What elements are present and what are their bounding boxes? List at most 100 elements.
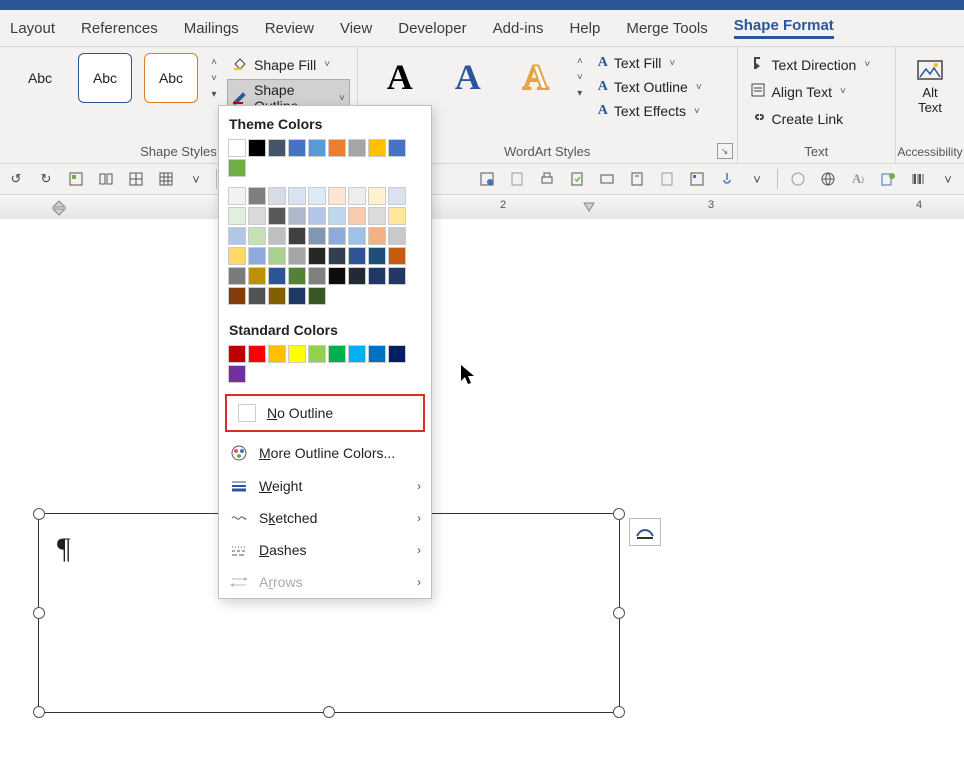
color-swatch[interactable] (228, 139, 246, 157)
color-swatch[interactable] (228, 227, 246, 245)
resize-handle[interactable] (613, 607, 625, 619)
color-swatch[interactable] (248, 287, 266, 305)
gallery-more-icon[interactable]: ▾ (206, 86, 222, 102)
shape-style-thumb-2[interactable]: Abc (78, 53, 132, 103)
color-swatch[interactable] (248, 227, 266, 245)
right-indent-marker-icon[interactable] (582, 201, 596, 215)
shape-style-thumb-1[interactable]: Abc (14, 54, 66, 102)
no-outline-button[interactable]: No Outline (227, 396, 423, 430)
color-swatch[interactable] (368, 207, 386, 225)
text-fill-button[interactable]: A Text Fill ˅ (594, 53, 706, 73)
shape-fill-button[interactable]: Shape Fill ˅ (228, 53, 349, 76)
qat-read-aloud-icon[interactable]: A) (848, 169, 868, 189)
document-area[interactable]: Theme Colors Standard Colors No Outline … (0, 219, 964, 761)
color-swatch[interactable] (348, 139, 366, 157)
resize-handle[interactable] (33, 508, 45, 520)
gallery-down-icon[interactable]: ˅ (572, 69, 588, 85)
color-swatch[interactable] (308, 267, 326, 285)
tab-developer[interactable]: Developer (398, 20, 466, 37)
wordart-thumb-1[interactable]: A (372, 53, 428, 101)
color-swatch[interactable] (328, 227, 346, 245)
color-swatch[interactable] (248, 187, 266, 205)
tab-review[interactable]: Review (265, 20, 314, 37)
color-swatch[interactable] (368, 267, 386, 285)
color-swatch[interactable] (328, 187, 346, 205)
text-effects-button[interactable]: A Text Effects ˅ (594, 101, 706, 121)
color-swatch[interactable] (268, 345, 286, 363)
qat-icon[interactable] (657, 169, 677, 189)
color-swatch[interactable] (268, 227, 286, 245)
horizontal-ruler[interactable]: 2 3 4 (0, 195, 964, 219)
color-swatch[interactable] (328, 247, 346, 265)
create-link-button[interactable]: Create Link (746, 107, 875, 130)
color-swatch[interactable] (248, 267, 266, 285)
qat-table-icon[interactable] (156, 169, 176, 189)
tab-merge-tools[interactable]: Merge Tools (626, 20, 707, 37)
qat-icon[interactable] (507, 169, 527, 189)
qat-icon[interactable] (126, 169, 146, 189)
color-swatch[interactable] (248, 139, 266, 157)
align-text-button[interactable]: Align Text ˅ (746, 80, 875, 103)
color-swatch[interactable] (368, 227, 386, 245)
tab-view[interactable]: View (340, 20, 372, 37)
color-swatch[interactable] (268, 187, 286, 205)
color-swatch[interactable] (308, 345, 326, 363)
color-swatch[interactable] (288, 247, 306, 265)
weight-submenu[interactable]: Weight › (219, 470, 431, 502)
resize-handle[interactable] (613, 508, 625, 520)
color-swatch[interactable] (328, 207, 346, 225)
resize-handle[interactable] (33, 607, 45, 619)
color-swatch[interactable] (288, 207, 306, 225)
color-swatch[interactable] (288, 227, 306, 245)
resize-handle[interactable] (613, 706, 625, 718)
tab-help[interactable]: Help (569, 20, 600, 37)
gallery-up-icon[interactable]: ˄ (206, 54, 222, 70)
qat-barcode-icon[interactable] (908, 169, 928, 189)
dialog-launcher-icon[interactable]: ↘ (717, 143, 733, 159)
color-swatch[interactable] (268, 267, 286, 285)
qat-circle-icon[interactable] (788, 169, 808, 189)
tab-references[interactable]: References (81, 20, 158, 37)
color-swatch[interactable] (388, 227, 406, 245)
color-swatch[interactable] (368, 345, 386, 363)
qat-icon[interactable] (597, 169, 617, 189)
color-swatch[interactable] (228, 345, 246, 363)
color-swatch[interactable] (348, 267, 366, 285)
wordart-thumb-3[interactable]: A (508, 53, 564, 101)
resize-handle[interactable] (33, 706, 45, 718)
color-swatch[interactable] (308, 247, 326, 265)
color-swatch[interactable] (228, 287, 246, 305)
dashes-submenu[interactable]: Dashes › (219, 534, 431, 566)
color-swatch[interactable] (368, 187, 386, 205)
qat-dropdown-icon[interactable]: ˅ (186, 169, 206, 189)
color-swatch[interactable] (288, 345, 306, 363)
color-swatch[interactable] (368, 247, 386, 265)
color-swatch[interactable] (288, 287, 306, 305)
text-direction-button[interactable]: Text Direction ˅ (746, 53, 875, 76)
color-swatch[interactable] (308, 207, 326, 225)
color-swatch[interactable] (348, 345, 366, 363)
color-swatch[interactable] (308, 139, 326, 157)
color-swatch[interactable] (308, 187, 326, 205)
color-swatch[interactable] (308, 287, 326, 305)
color-swatch[interactable] (388, 187, 406, 205)
color-swatch[interactable] (228, 187, 246, 205)
color-swatch[interactable] (268, 139, 286, 157)
color-swatch[interactable] (308, 227, 326, 245)
color-swatch[interactable] (228, 365, 246, 383)
color-swatch[interactable] (228, 267, 246, 285)
qat-print-icon[interactable] (537, 169, 557, 189)
sketched-submenu[interactable]: Sketched › (219, 502, 431, 534)
qat-dropdown-icon[interactable]: ˅ (747, 169, 767, 189)
layout-options-button[interactable] (629, 518, 661, 546)
resize-handle[interactable] (323, 706, 335, 718)
gallery-more-icon[interactable]: ▾ (572, 85, 588, 101)
color-swatch[interactable] (268, 287, 286, 305)
color-swatch[interactable] (288, 139, 306, 157)
qat-icon[interactable] (878, 169, 898, 189)
color-swatch[interactable] (368, 139, 386, 157)
gallery-up-icon[interactable]: ˄ (572, 53, 588, 69)
color-swatch[interactable] (388, 139, 406, 157)
tab-mailings[interactable]: Mailings (184, 20, 239, 37)
qat-icon[interactable] (66, 169, 86, 189)
